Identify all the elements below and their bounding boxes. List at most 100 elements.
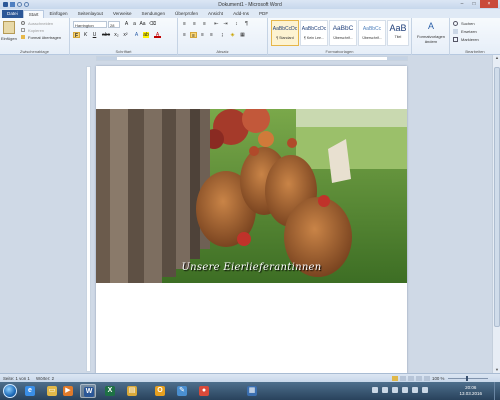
language-icon[interactable] [422, 387, 428, 393]
decrease-indent-icon[interactable]: ⇤ [213, 21, 220, 27]
replace-button[interactable]: Ersetzen [461, 29, 477, 34]
shrink-font-button[interactable]: a [131, 21, 138, 27]
clock[interactable]: 20:06 13.03.2016 [459, 385, 482, 397]
scroll-up-icon[interactable]: ▲ [493, 55, 500, 61]
web-layout-icon[interactable] [408, 376, 414, 381]
full-screen-icon[interactable] [400, 376, 406, 381]
shading-icon[interactable]: ◈ [229, 32, 236, 38]
font-size-select[interactable]: 28 [108, 21, 120, 28]
format-painter-button[interactable]: Format übertragen [28, 35, 61, 40]
style-standard[interactable]: AaBbCcDc ¶ Standard [271, 20, 299, 46]
volume-icon[interactable] [412, 387, 418, 393]
horizontal-ruler[interactable] [96, 56, 408, 61]
style-title[interactable]: AaB Titel [387, 20, 409, 46]
change-styles-icon[interactable]: A [426, 21, 436, 31]
style-heading-1[interactable]: AaBbC Überschrif... [329, 20, 357, 46]
change-case-button[interactable]: Aa [139, 21, 146, 27]
taskbar-app-button[interactable]: X [102, 384, 118, 398]
show-desktop-button[interactable] [494, 382, 500, 400]
close-button[interactable]: × [480, 0, 498, 8]
font-name-select[interactable]: Harrington [73, 21, 107, 28]
tab-view[interactable]: Ansicht [203, 10, 228, 18]
increase-indent-icon[interactable]: ⇥ [222, 21, 229, 27]
tab-page-layout[interactable]: Seitenlayout [73, 10, 108, 18]
grow-font-button[interactable]: A [123, 21, 130, 27]
sort-icon[interactable]: ↕ [233, 21, 240, 27]
highlight-icon[interactable]: ab [143, 32, 149, 38]
show-marks-icon[interactable]: ¶ [243, 21, 250, 27]
italic-button[interactable]: K [82, 32, 89, 38]
find-button[interactable]: Suchen [461, 21, 475, 26]
tab-insert[interactable]: Einfügen [44, 10, 72, 18]
numbering-icon[interactable]: ≡ [191, 21, 198, 27]
page-count[interactable]: Seite: 1 von 1 [3, 376, 30, 381]
format-painter-icon [21, 35, 25, 39]
borders-icon[interactable]: ▦ [239, 32, 246, 38]
vertical-ruler[interactable] [86, 66, 91, 372]
tab-mailings[interactable]: Sendungen [137, 10, 171, 18]
subscript-button[interactable]: x₂ [113, 32, 120, 38]
tab-home[interactable]: Start [22, 10, 45, 18]
start-button[interactable] [3, 384, 17, 398]
style-heading-2[interactable]: AaBbCc Überschrif... [358, 20, 386, 46]
taskbar-app-button[interactable]: ▭ [44, 384, 60, 398]
align-center-icon[interactable]: ≡ [190, 32, 197, 39]
strikethrough-button[interactable]: abc [101, 32, 111, 38]
taskbar-app-button[interactable]: ▦ [244, 384, 260, 398]
align-left-icon[interactable]: ≡ [181, 32, 188, 38]
network-icon[interactable] [382, 387, 388, 393]
print-layout-icon[interactable] [392, 376, 398, 381]
justify-icon[interactable]: ≡ [208, 32, 215, 38]
style-sample: AaBbCc [362, 26, 382, 32]
change-styles-button[interactable]: Formatvorlagen ändern [414, 34, 448, 44]
taskbar-app-button[interactable]: ● [196, 384, 212, 398]
chicken-photo[interactable]: Unsere Eierlieferantinnen [96, 109, 407, 283]
zoom-slider[interactable] [448, 378, 488, 379]
taskbar-app-button[interactable]: O [152, 384, 168, 398]
maximize-button[interactable]: □ [468, 0, 480, 8]
zoom-level[interactable]: 100 % [432, 376, 444, 381]
left-margin-marker[interactable] [97, 57, 117, 60]
battery-icon[interactable] [402, 387, 408, 393]
taskbar-app-button[interactable]: ▤ [124, 384, 140, 398]
paste-button[interactable]: Einfügen [1, 36, 17, 41]
cut-button[interactable]: Ausschneiden [28, 21, 53, 26]
taskbar-app-button[interactable]: e [22, 384, 38, 398]
multilevel-list-icon[interactable]: ≡ [201, 21, 208, 27]
word-count[interactable]: Wörter: 2 [36, 376, 54, 381]
tab-pdf[interactable]: PDF [254, 10, 273, 18]
taskbar-app-button[interactable]: ✎ [174, 384, 190, 398]
bullets-icon[interactable]: ≡ [181, 21, 188, 27]
clear-format-icon[interactable]: ⌫ [149, 21, 156, 27]
tab-references[interactable]: Verweise [108, 10, 137, 18]
text-effects-icon[interactable]: A [133, 32, 140, 38]
vertical-scrollbar[interactable]: ▲ ▼ [492, 55, 500, 373]
outline-icon[interactable] [416, 376, 422, 381]
align-right-icon[interactable]: ≡ [199, 32, 206, 38]
minimize-button[interactable]: – [456, 0, 468, 8]
tab-add-ins[interactable]: Add-Ins [228, 10, 254, 18]
taskbar-app-button[interactable]: ▶ [60, 384, 76, 398]
right-margin-marker[interactable] [387, 57, 407, 60]
explorer-icon: ▤ [127, 386, 137, 396]
font-size-value: 28 [110, 23, 115, 28]
tab-file[interactable]: Datei [2, 10, 23, 18]
underline-button[interactable]: U [91, 32, 98, 38]
scroll-thumb[interactable] [494, 67, 500, 327]
line-spacing-icon[interactable]: ↨ [219, 32, 226, 38]
flag-icon[interactable] [392, 387, 398, 393]
select-button[interactable]: Markieren [461, 37, 479, 42]
tab-review[interactable]: Überprüfen [170, 10, 203, 18]
font-color-icon[interactable]: A [154, 32, 161, 38]
help-icon[interactable] [372, 387, 378, 393]
copy-button[interactable]: Kopieren [28, 28, 44, 33]
superscript-button[interactable]: x² [122, 32, 129, 38]
style-name: Überschrif... [333, 36, 353, 40]
paste-icon[interactable] [3, 21, 15, 34]
style-no-spacing[interactable]: AaBbCcDc ¶ Kein Lee... [300, 20, 328, 46]
draft-icon[interactable] [424, 376, 430, 381]
paint-icon: ✎ [177, 386, 187, 396]
zoom-slider-handle[interactable] [466, 376, 468, 381]
bold-button[interactable]: F [73, 32, 80, 39]
taskbar-app-button[interactable]: W [80, 384, 96, 398]
